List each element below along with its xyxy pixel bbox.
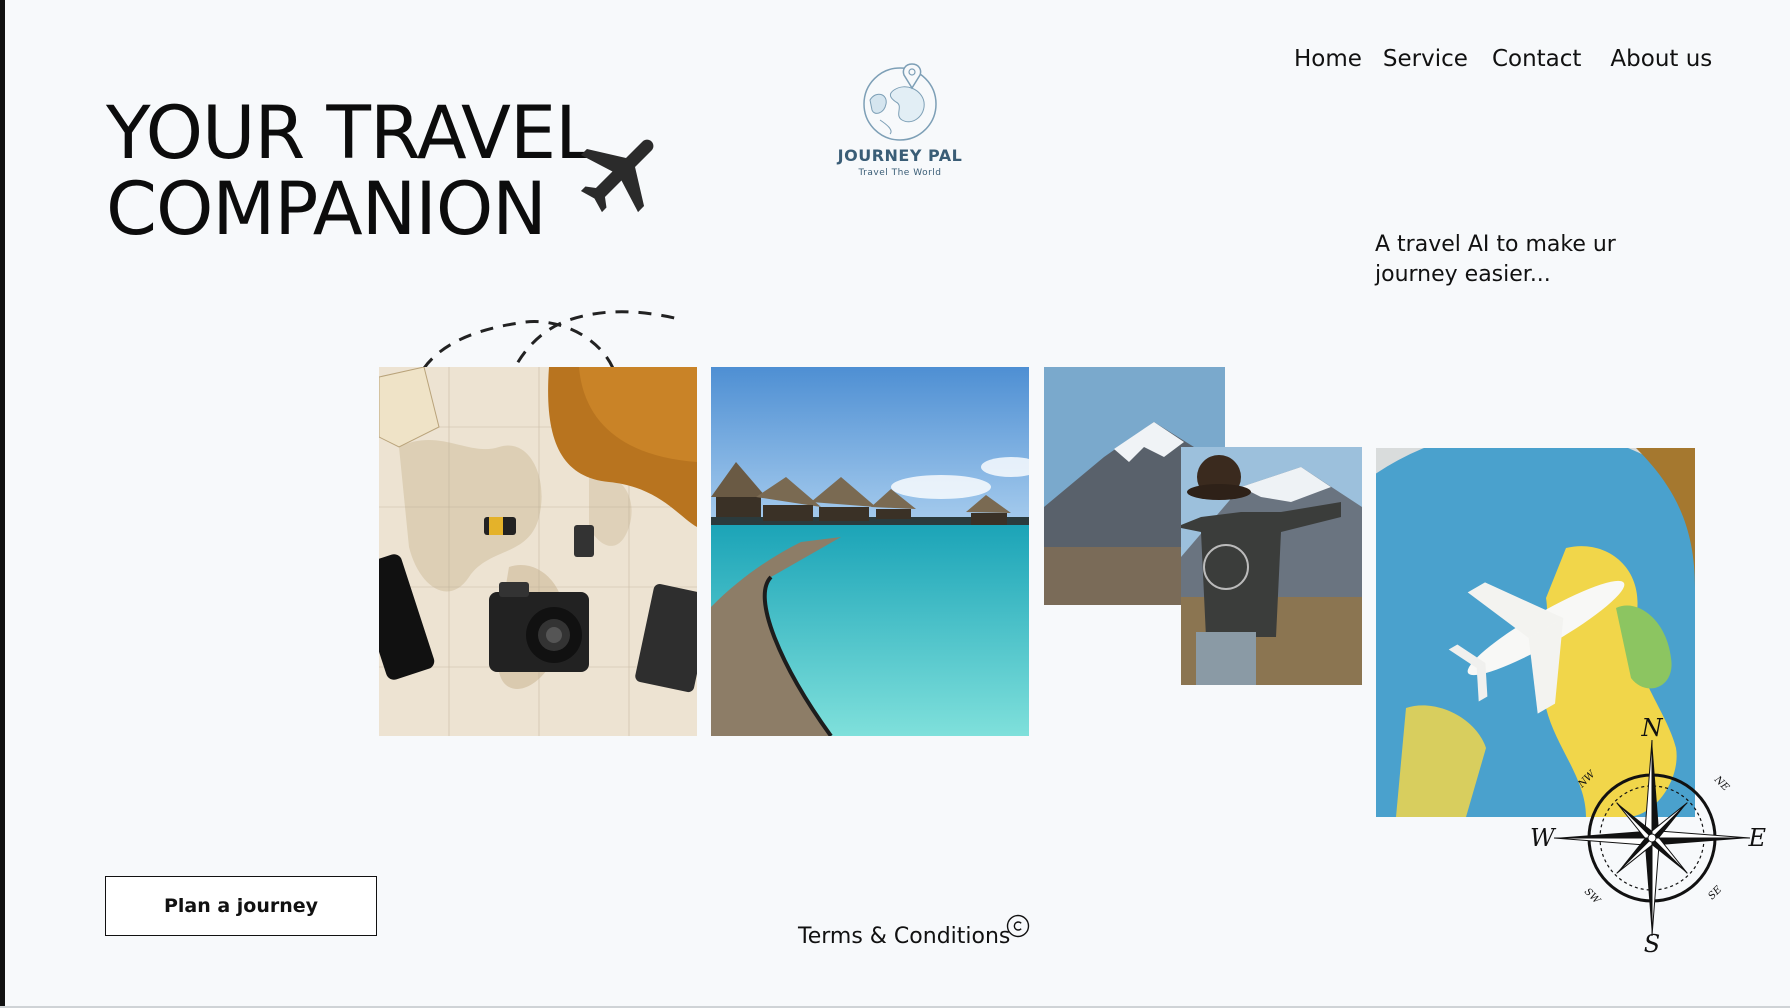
left-edge-bar <box>0 0 5 1008</box>
tagline-text: A travel AI to make ur journey easier... <box>1375 232 1616 287</box>
plan-journey-button[interactable]: Plan a journey <box>105 876 377 936</box>
terms-conditions-link[interactable]: Terms & Conditions <box>798 924 1010 949</box>
logo-name: JOURNEY PAL <box>837 146 963 165</box>
nav-service[interactable]: Service <box>1383 46 1468 72</box>
airplane-icon <box>580 139 654 213</box>
compass-rose-icon: N S E W NE NW SE SW <box>1530 716 1766 956</box>
compass-label-e: E <box>1747 824 1766 852</box>
compass-label-se: SE <box>1706 884 1724 902</box>
copyright-icon <box>1006 914 1030 938</box>
compass-label-nw: NW <box>1576 768 1598 790</box>
compass-label-w: W <box>1530 824 1557 852</box>
nav-home[interactable]: Home <box>1294 46 1362 72</box>
compass-label-s: S <box>1644 930 1660 956</box>
globe-logo-icon <box>863 63 937 141</box>
photo-overwater-bungalows <box>711 367 1029 736</box>
photo-hiker-arms-open <box>1181 447 1362 685</box>
nav-about-us[interactable]: About us <box>1610 46 1712 72</box>
logo-tagline: Travel The World <box>858 168 942 178</box>
top-navigation: Home Service Contact About us <box>1294 46 1712 72</box>
photo-travel-flatlay <box>379 367 697 736</box>
compass-label-ne: NE <box>1711 774 1731 794</box>
compass-label-n: N <box>1641 716 1664 742</box>
nav-contact[interactable]: Contact <box>1492 46 1581 72</box>
brand-logo[interactable]: JOURNEY PAL Travel The World <box>836 60 964 178</box>
compass-label-sw: SW <box>1582 886 1602 906</box>
